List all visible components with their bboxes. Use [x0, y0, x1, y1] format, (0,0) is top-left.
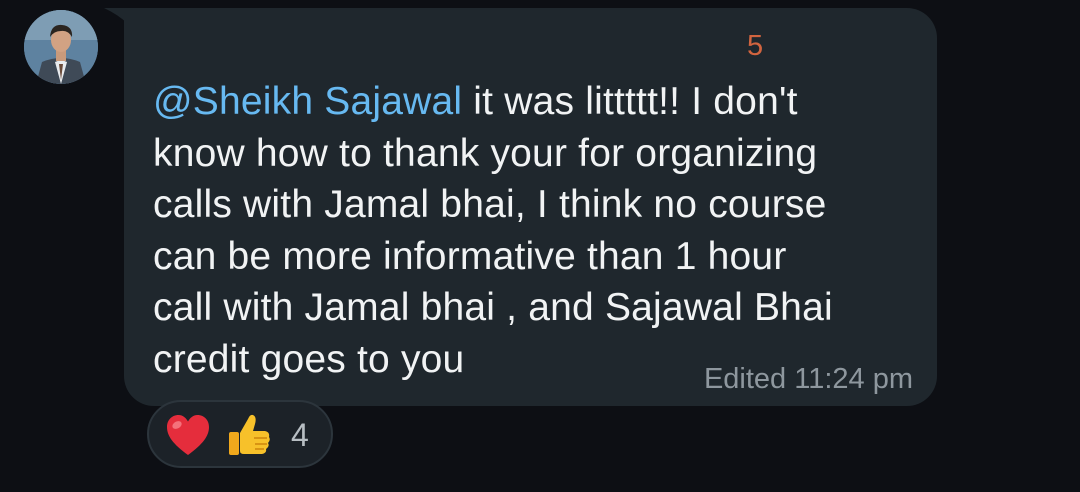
message-line-3: calls with Jamal bhai, I think no course [153, 183, 827, 226]
message-text: @Sheikh Sajawal it was littttt!! I don't… [153, 76, 913, 385]
reactions-bar[interactable]: 4 [147, 400, 333, 468]
message-line-4: can be more informative than 1 hour [153, 234, 787, 278]
sender-tag: 5 [747, 30, 764, 62]
edited-timestamp: Edited 11:24 pm [703, 363, 913, 395]
reaction-count: 4 [291, 417, 309, 453]
heart-icon[interactable] [165, 414, 211, 458]
thumbs-up-icon[interactable] [226, 411, 272, 459]
chat-screen: 5 @Sheikh Sajawal it was littttt!! I don… [0, 0, 1080, 492]
avatar-photo [24, 10, 98, 84]
message-line-1: @Sheikh Sajawal it was littttt!! I don't [153, 80, 798, 123]
avatar[interactable] [24, 10, 98, 84]
message-line-5: call with Jamal bhai , and Sajawal Bhai [153, 286, 833, 329]
message-line-2: know how to thank your for organizing [153, 131, 818, 175]
mention-link[interactable]: @Sheikh Sajawal [153, 80, 462, 123]
